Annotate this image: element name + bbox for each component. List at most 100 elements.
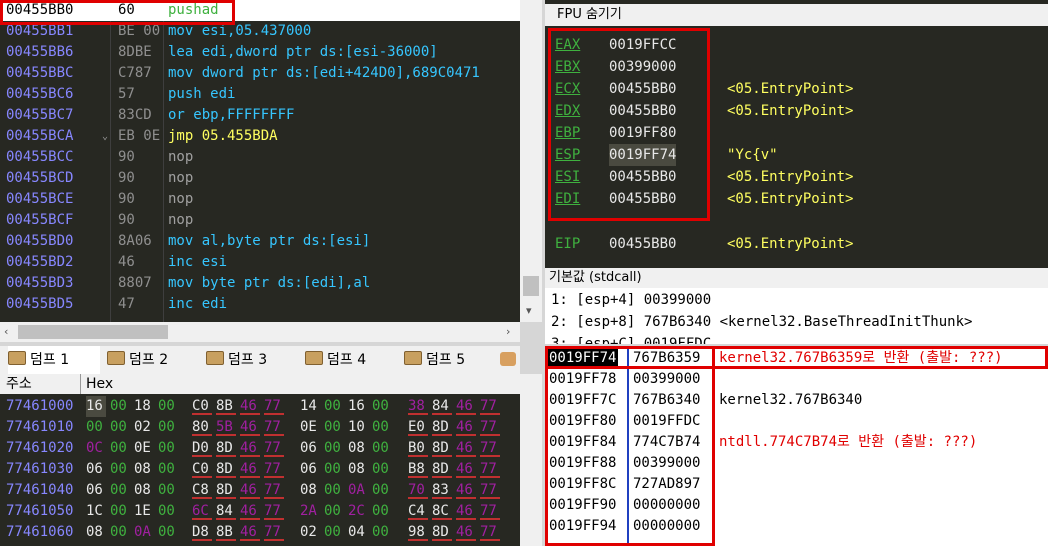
dump-byte[interactable]: 46 — [456, 459, 476, 478]
fpu-hide-button[interactable]: FPU 숨기기 — [557, 7, 622, 22]
dump-byte[interactable]: 8D — [432, 417, 452, 436]
dump-byte[interactable]: 00 — [158, 459, 178, 480]
dump-byte[interactable]: D0 — [192, 438, 212, 457]
dump-byte[interactable]: 77 — [480, 438, 500, 457]
dump-byte[interactable]: 08 — [86, 522, 106, 543]
dump-byte[interactable]: 00 — [324, 459, 344, 480]
disasm-row[interactable]: 00455BD0 8A06 mov al,byte ptr ds:[esi] — [0, 231, 520, 252]
disassembly-vscrollbar[interactable]: ▾ — [520, 0, 542, 322]
dump-byte[interactable]: 00 — [372, 417, 392, 438]
dump-byte[interactable]: 2A — [300, 501, 320, 522]
dump-byte[interactable]: 0E — [300, 417, 320, 438]
dump-byte[interactable]: 46 — [456, 480, 476, 499]
disasm-row[interactable]: 00455BCD 90 nop — [0, 168, 520, 189]
call-arg-row[interactable]: 2: [esp+8] 767B6340 <kernel32.BaseThread… — [551, 311, 972, 333]
dump-byte[interactable]: 6C — [192, 501, 212, 520]
dump-byte[interactable]: 00 — [324, 417, 344, 438]
dump-byte[interactable]: B8 — [408, 459, 428, 478]
dump-byte[interactable]: 77 — [480, 396, 500, 415]
dump-byte[interactable]: B0 — [408, 438, 428, 457]
scroll-thumb[interactable] — [18, 325, 168, 339]
dump-byte[interactable]: C0 — [192, 459, 212, 478]
dump-byte[interactable]: 77 — [264, 417, 284, 436]
dump-byte[interactable]: 08 — [348, 459, 368, 480]
dump-byte[interactable]: 00 — [372, 396, 392, 417]
dump-byte[interactable]: 00 — [86, 417, 106, 438]
dump-byte[interactable]: 02 — [300, 522, 320, 543]
dump-byte[interactable]: 00 — [372, 522, 392, 543]
dump-byte[interactable]: 8B — [216, 522, 236, 541]
disasm-row[interactable]: 00455BB6 8DBE lea edi,dword ptr ds:[esi-36… — [0, 42, 520, 63]
tab-dump-4[interactable]: 덤프 4 — [305, 346, 397, 374]
dump-byte[interactable]: 08 — [348, 438, 368, 459]
dump-byte[interactable]: 77 — [480, 417, 500, 436]
dump-byte[interactable]: 00 — [110, 501, 130, 522]
dump-byte[interactable]: 46 — [240, 396, 260, 415]
dump-byte[interactable]: 8D — [216, 459, 236, 478]
dump-byte[interactable]: 00 — [110, 396, 130, 417]
dump-byte[interactable]: 00 — [110, 438, 130, 459]
dump-row[interactable]: 77461010 00 00 02 00 80 5B 46 77 0E 00 10 00 E0 8D 46 77 — [0, 417, 520, 438]
dump-byte[interactable]: 46 — [240, 459, 260, 478]
dump-byte[interactable]: 00 — [372, 459, 392, 480]
dump-byte[interactable]: 06 — [86, 459, 106, 480]
dump-byte[interactable]: 46 — [240, 438, 260, 457]
disasm-row[interactable]: 00455BC6 57 push edi — [0, 84, 520, 105]
dump-byte[interactable]: 00 — [110, 480, 130, 501]
dump-byte[interactable]: D8 — [192, 522, 212, 541]
dump-byte[interactable]: 00 — [158, 522, 178, 543]
disassembly-panel[interactable]: 00455BB0 60 pushad 00455BB1 BE 00 mov esi,05.… — [0, 0, 520, 322]
dump-byte[interactable]: 08 — [300, 480, 320, 501]
dump-byte[interactable]: 70 — [408, 480, 428, 499]
disassembly-hscrollbar[interactable]: ‹ › — [0, 322, 520, 342]
dump-byte[interactable]: 16 — [86, 396, 106, 417]
dump-byte[interactable]: 8D — [216, 438, 236, 457]
scroll-right-icon[interactable]: › — [506, 325, 510, 338]
dump-byte[interactable]: 5B — [216, 417, 236, 436]
dump-byte[interactable]: 77 — [480, 459, 500, 478]
dump-byte[interactable]: 8D — [432, 438, 452, 457]
tab-dump-1[interactable]: 덤프 1 — [8, 346, 100, 374]
dump-byte[interactable]: 77 — [264, 522, 284, 541]
dump-byte[interactable]: 46 — [240, 501, 260, 520]
dump-byte[interactable]: 77 — [264, 396, 284, 415]
dump-row[interactable]: 77461000 16 00 18 00 C0 8B 46 77 14 00 16 00 38 84 46 77 — [0, 396, 520, 417]
dump-byte[interactable]: 00 — [324, 480, 344, 501]
dump-byte[interactable]: 84 — [216, 501, 236, 520]
disasm-row[interactable]: 00455BCC 90 nop — [0, 147, 520, 168]
disasm-row[interactable]: 00455BBC C787 mov dword ptr ds:[edi+424D0]… — [0, 63, 520, 84]
dump-byte[interactable]: 77 — [264, 480, 284, 499]
registers-panel[interactable]: EAX 0019FFCC EBX 00399000 ECX 00455BB0 <05.Ent… — [545, 0, 1048, 268]
scroll-down-icon[interactable]: ▾ — [526, 304, 532, 317]
dump-byte[interactable]: 04 — [348, 522, 368, 543]
dump-byte[interactable]: 06 — [300, 459, 320, 480]
dump-byte[interactable]: 08 — [134, 480, 154, 501]
dump-byte[interactable]: 0A — [348, 480, 368, 501]
dump-byte[interactable]: 1C — [86, 501, 106, 522]
dump-byte[interactable]: 00 — [372, 501, 392, 522]
dump-byte[interactable]: 77 — [480, 501, 500, 520]
dump-byte[interactable]: 00 — [372, 480, 392, 501]
calling-convention-label[interactable]: 기본값 (stdcall) — [549, 270, 642, 285]
call-args-panel[interactable]: 기본값 (stdcall) 1: [esp+4] 00399000 2: [esp… — [545, 268, 1048, 344]
dump-byte[interactable]: 00 — [158, 501, 178, 522]
dump-byte[interactable]: 00 — [158, 417, 178, 438]
fpu-toggle-header[interactable]: FPU 숨기기 — [545, 4, 1048, 26]
dump-byte[interactable]: 16 — [348, 396, 368, 417]
dump-row[interactable]: 77461030 06 00 08 00 C0 8D 46 77 06 00 08 00 B8 8D 46 77 — [0, 459, 520, 480]
dump-row[interactable]: 77461040 06 00 08 00 C8 8D 46 77 08 00 0A 00 70 83 46 77 — [0, 480, 520, 501]
call-arg-row[interactable]: 3: [esp+C] 0019FFDC — [551, 333, 711, 344]
dump-byte[interactable]: 8D — [216, 480, 236, 499]
dump-byte[interactable]: 8B — [216, 396, 236, 415]
dump-byte[interactable]: 98 — [408, 522, 428, 541]
dump-byte[interactable]: 80 — [192, 417, 212, 436]
dump-byte[interactable]: 14 — [300, 396, 320, 417]
dump-byte[interactable]: 38 — [408, 396, 428, 415]
stack-panel[interactable]: 0019FF74 767B6359 kernel32.767B6359로 반환 (출… — [545, 346, 1048, 546]
disasm-row[interactable]: 00455BCF 90 nop — [0, 210, 520, 231]
dump-byte[interactable]: 00 — [110, 459, 130, 480]
dump-byte[interactable]: 8C — [432, 501, 452, 520]
dump-byte[interactable]: C4 — [408, 501, 428, 520]
dump-row[interactable]: 77461060 08 00 0A 00 D8 8B 46 77 02 00 04 00 98 8D 46 77 — [0, 522, 520, 543]
dump-byte[interactable]: 77 — [264, 459, 284, 478]
